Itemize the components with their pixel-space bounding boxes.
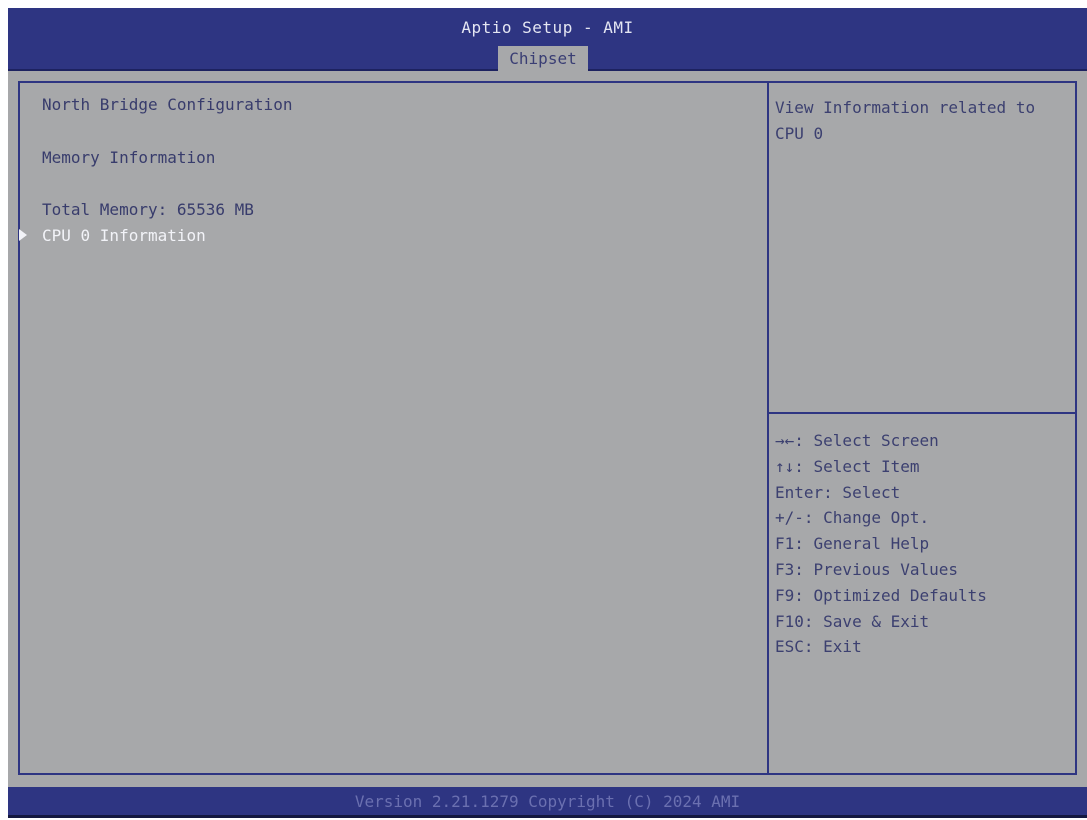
key-change-opt: +/-: Change Opt.: [775, 508, 930, 528]
help-divider: [769, 412, 1077, 414]
bios-setup-screen: Aptio Setup - AMI Chipset North Bridge C…: [0, 0, 1087, 820]
vertical-divider: [767, 81, 769, 775]
submenu-arrow-icon: [19, 229, 27, 241]
memory-information-label: Memory Information: [42, 148, 216, 167]
main-panel: North Bridge Configuration Memory Inform…: [8, 71, 1087, 787]
north-bridge-configuration-label: North Bridge Configuration: [42, 95, 293, 114]
footer-bar: Version 2.21.1279 Copyright (C) 2024 AMI: [8, 787, 1087, 815]
key-general-help: F1: General Help: [775, 534, 930, 554]
cpu0-information-item[interactable]: CPU 0 Information: [42, 226, 206, 245]
key-select-item: ↑↓: Select Item: [775, 456, 920, 476]
setup-title: Aptio Setup - AMI: [461, 18, 634, 37]
total-memory-value: Total Memory: 65536 MB: [42, 200, 254, 219]
version-copyright: Version 2.21.1279 Copyright (C) 2024 AMI: [354, 792, 741, 811]
key-esc-exit: ESC: Exit: [775, 637, 862, 657]
key-enter-select: Enter: Select: [775, 482, 901, 502]
key-select-screen: →←: Select Screen: [775, 431, 939, 450]
key-optimized-defaults: F9: Optimized Defaults: [775, 585, 987, 605]
key-previous-values: F3: Previous Values: [775, 559, 959, 579]
key-legend: →←: Select Screen ↑↓: Select Item Enter:…: [775, 428, 1071, 660]
key-save-exit: F10: Save & Exit: [775, 611, 930, 631]
tab-chipset[interactable]: Chipset: [498, 46, 588, 71]
help-text: View Information related to CPU 0: [775, 98, 1036, 143]
header-bar: Aptio Setup - AMI Chipset: [8, 8, 1087, 71]
bottom-edge: [8, 815, 1087, 818]
